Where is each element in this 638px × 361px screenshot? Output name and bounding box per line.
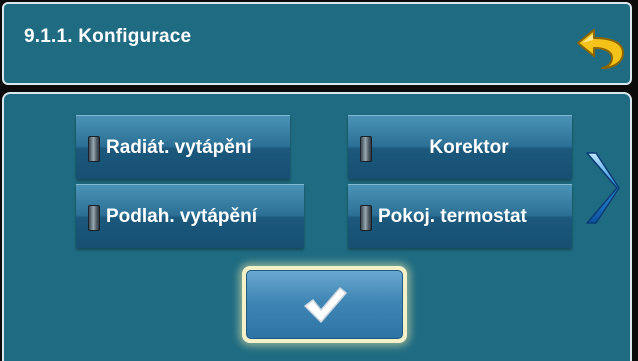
indicator-lamp-icon [88,205,100,231]
header-bar: 9.1.1. Konfigurace [2,2,632,85]
indicator-lamp-icon [88,136,100,162]
option-label: Pokoj. termostat [378,206,527,227]
confirm-button-face [246,270,403,339]
chevron-right-icon[interactable] [584,150,620,226]
option-label: Radiát. vytápění [106,137,252,158]
screen: 9.1.1. Konfigurace Radiát. vytápění Podl… [0,0,638,361]
undo-arrow-icon[interactable] [576,26,626,72]
indicator-lamp-icon [360,136,372,162]
option-label: Korektor [429,137,509,158]
option-podlah-vytapeni[interactable]: Podlah. vytápění [76,184,304,248]
indicator-lamp-icon [360,205,372,231]
confirm-button[interactable] [242,266,407,343]
page-title: 9.1.1. Konfigurace [24,26,192,47]
option-korektor[interactable]: Korektor [348,115,572,179]
option-pokoj-termostat[interactable]: Pokoj. termostat [348,184,572,248]
checkmark-icon [303,286,347,323]
option-radiat-vytapeni[interactable]: Radiát. vytápění [76,115,290,179]
option-label: Podlah. vytápění [106,206,257,227]
